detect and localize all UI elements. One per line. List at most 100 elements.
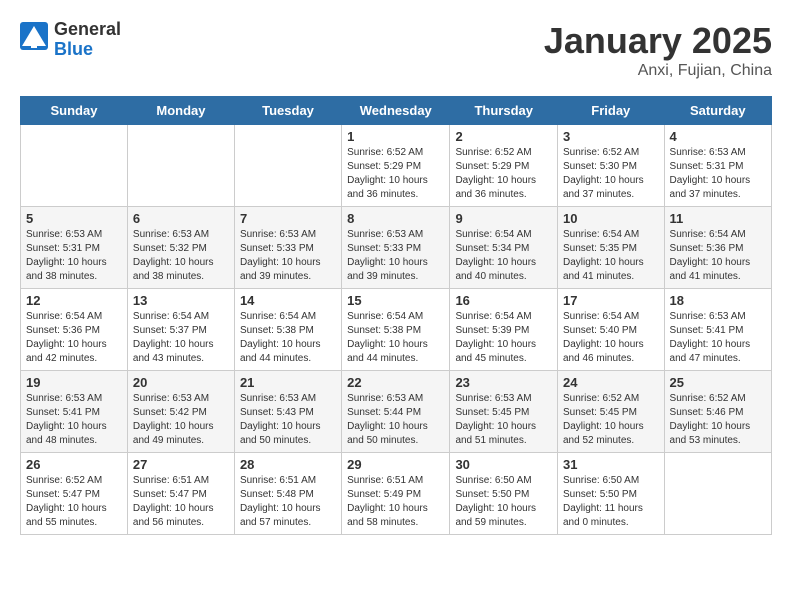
day-info: Sunrise: 6:52 AM Sunset: 5:47 PM Dayligh…	[26, 474, 122, 530]
calendar-cell: 27Sunrise: 6:51 AM Sunset: 5:47 PM Dayli…	[127, 453, 234, 535]
day-number: 12	[26, 293, 122, 308]
calendar-cell: 28 Sunrise: 6:51 AM Sunset: 5:48 PM Dayli…	[234, 453, 341, 535]
day-number: 18	[670, 293, 766, 308]
title-section: January 2025 Anxi, Fujian, China	[544, 20, 772, 80]
calendar-cell: 16Sunrise: 6:54 AM Sunset: 5:39 PM Dayli…	[450, 289, 558, 371]
day-number: 30	[455, 457, 552, 472]
calendar-cell: 3 Sunrise: 6:52 AM Sunset: 5:30 PM Daylig…	[558, 125, 665, 207]
calendar-cell	[21, 125, 128, 207]
day-number: 2	[455, 129, 552, 144]
day-info: Sunrise: 6:54 AM Sunset: 5:38 PM Dayligh…	[240, 310, 336, 366]
calendar-cell: 24Sunrise: 6:52 AM Sunset: 5:45 PM Dayli…	[558, 371, 665, 453]
day-info: Sunrise: 6:54 AM Sunset: 5:36 PM Dayligh…	[26, 310, 122, 366]
day-number: 23	[455, 375, 552, 390]
day-number: 1	[347, 129, 444, 144]
day-number: 22	[347, 375, 444, 390]
day-number: 13	[133, 293, 229, 308]
calendar-week-1: 1 Sunrise: 6:52 AM Sunset: 5:29 PM Daylig…	[21, 125, 772, 207]
day-info: Sunrise: 6:52 AM Sunset: 5:29 PM Dayligh…	[455, 146, 552, 202]
calendar-cell: 17 Sunrise: 6:54 AM Sunset: 5:40 PM Dayli…	[558, 289, 665, 371]
day-header-monday: Monday	[127, 97, 234, 125]
day-info: Sunrise: 6:53 AM Sunset: 5:44 PM Dayligh…	[347, 392, 444, 448]
logo-text: General Blue	[54, 20, 121, 60]
day-header-saturday: Saturday	[664, 97, 771, 125]
day-number: 8	[347, 211, 444, 226]
day-info: Sunrise: 6:53 AM Sunset: 5:31 PM Dayligh…	[670, 146, 766, 202]
day-number: 19	[26, 375, 122, 390]
page-header: General Blue January 2025 Anxi, Fujian, …	[20, 20, 772, 80]
day-info: Sunrise: 6:53 AM Sunset: 5:41 PM Dayligh…	[670, 310, 766, 366]
calendar-body: 1 Sunrise: 6:52 AM Sunset: 5:29 PM Daylig…	[21, 125, 772, 535]
day-number: 26	[26, 457, 122, 472]
calendar-cell: 19 Sunrise: 6:53 AM Sunset: 5:41 PM Dayli…	[21, 371, 128, 453]
logo-general: General	[54, 20, 121, 40]
calendar-cell: 29 Sunrise: 6:51 AM Sunset: 5:49 PM Dayli…	[342, 453, 450, 535]
calendar-cell: 31Sunrise: 6:50 AM Sunset: 5:50 PM Dayli…	[558, 453, 665, 535]
logo: General Blue	[20, 20, 121, 60]
calendar-cell: 2 Sunrise: 6:52 AM Sunset: 5:29 PM Daylig…	[450, 125, 558, 207]
day-info: Sunrise: 6:52 AM Sunset: 5:45 PM Dayligh…	[563, 392, 659, 448]
day-number: 21	[240, 375, 336, 390]
calendar-title: January 2025	[544, 20, 772, 62]
day-header-sunday: Sunday	[21, 97, 128, 125]
day-info: Sunrise: 6:53 AM Sunset: 5:43 PM Dayligh…	[240, 392, 336, 448]
day-number: 14	[240, 293, 336, 308]
calendar-cell	[664, 453, 771, 535]
calendar-cell	[127, 125, 234, 207]
calendar-cell: 26 Sunrise: 6:52 AM Sunset: 5:47 PM Dayli…	[21, 453, 128, 535]
day-info: Sunrise: 6:52 AM Sunset: 5:29 PM Dayligh…	[347, 146, 444, 202]
day-header-tuesday: Tuesday	[234, 97, 341, 125]
day-number: 31	[563, 457, 659, 472]
calendar-cell: 18 Sunrise: 6:53 AM Sunset: 5:41 PM Dayli…	[664, 289, 771, 371]
calendar-cell: 30 Sunrise: 6:50 AM Sunset: 5:50 PM Dayli…	[450, 453, 558, 535]
day-info: Sunrise: 6:53 AM Sunset: 5:32 PM Dayligh…	[133, 228, 229, 284]
day-header-thursday: Thursday	[450, 97, 558, 125]
calendar-cell: 20 Sunrise: 6:53 AM Sunset: 5:42 PM Dayli…	[127, 371, 234, 453]
day-info: Sunrise: 6:53 AM Sunset: 5:41 PM Dayligh…	[26, 392, 122, 448]
day-number: 3	[563, 129, 659, 144]
day-info: Sunrise: 6:54 AM Sunset: 5:39 PM Dayligh…	[455, 310, 552, 366]
day-number: 25	[670, 375, 766, 390]
day-info: Sunrise: 6:53 AM Sunset: 5:42 PM Dayligh…	[133, 392, 229, 448]
calendar-cell: 7Sunrise: 6:53 AM Sunset: 5:33 PM Daylig…	[234, 207, 341, 289]
day-number: 4	[670, 129, 766, 144]
calendar-cell: 9Sunrise: 6:54 AM Sunset: 5:34 PM Daylig…	[450, 207, 558, 289]
day-number: 10	[563, 211, 659, 226]
calendar-cell: 8 Sunrise: 6:53 AM Sunset: 5:33 PM Daylig…	[342, 207, 450, 289]
day-number: 28	[240, 457, 336, 472]
day-number: 15	[347, 293, 444, 308]
day-number: 5	[26, 211, 122, 226]
calendar-cell: 25 Sunrise: 6:52 AM Sunset: 5:46 PM Dayli…	[664, 371, 771, 453]
logo-blue: Blue	[54, 40, 121, 60]
calendar-cell: 1 Sunrise: 6:52 AM Sunset: 5:29 PM Daylig…	[342, 125, 450, 207]
calendar-week-5: 26 Sunrise: 6:52 AM Sunset: 5:47 PM Dayli…	[21, 453, 772, 535]
calendar-week-4: 19 Sunrise: 6:53 AM Sunset: 5:41 PM Dayli…	[21, 371, 772, 453]
calendar-cell: 12 Sunrise: 6:54 AM Sunset: 5:36 PM Dayli…	[21, 289, 128, 371]
day-info: Sunrise: 6:54 AM Sunset: 5:34 PM Dayligh…	[455, 228, 552, 284]
day-info: Sunrise: 6:52 AM Sunset: 5:30 PM Dayligh…	[563, 146, 659, 202]
day-number: 7	[240, 211, 336, 226]
calendar-cell: 11Sunrise: 6:54 AM Sunset: 5:36 PM Dayli…	[664, 207, 771, 289]
calendar-cell: 13Sunrise: 6:54 AM Sunset: 5:37 PM Dayli…	[127, 289, 234, 371]
day-info: Sunrise: 6:50 AM Sunset: 5:50 PM Dayligh…	[455, 474, 552, 530]
calendar-week-2: 5 Sunrise: 6:53 AM Sunset: 5:31 PM Daylig…	[21, 207, 772, 289]
day-info: Sunrise: 6:52 AM Sunset: 5:46 PM Dayligh…	[670, 392, 766, 448]
day-info: Sunrise: 6:54 AM Sunset: 5:40 PM Dayligh…	[563, 310, 659, 366]
day-header-friday: Friday	[558, 97, 665, 125]
day-number: 20	[133, 375, 229, 390]
calendar-cell	[234, 125, 341, 207]
calendar-cell: 14 Sunrise: 6:54 AM Sunset: 5:38 PM Dayli…	[234, 289, 341, 371]
day-number: 27	[133, 457, 229, 472]
calendar-cell: 15Sunrise: 6:54 AM Sunset: 5:38 PM Dayli…	[342, 289, 450, 371]
day-number: 29	[347, 457, 444, 472]
day-info: Sunrise: 6:53 AM Sunset: 5:31 PM Dayligh…	[26, 228, 122, 284]
calendar-subtitle: Anxi, Fujian, China	[544, 62, 772, 80]
day-number: 17	[563, 293, 659, 308]
day-info: Sunrise: 6:53 AM Sunset: 5:33 PM Dayligh…	[347, 228, 444, 284]
calendar-table: SundayMondayTuesdayWednesdayThursdayFrid…	[20, 96, 772, 535]
day-info: Sunrise: 6:51 AM Sunset: 5:48 PM Dayligh…	[240, 474, 336, 530]
day-number: 11	[670, 211, 766, 226]
logo-icon	[20, 22, 50, 58]
calendar-cell: 21 Sunrise: 6:53 AM Sunset: 5:43 PM Dayli…	[234, 371, 341, 453]
day-info: Sunrise: 6:51 AM Sunset: 5:49 PM Dayligh…	[347, 474, 444, 530]
